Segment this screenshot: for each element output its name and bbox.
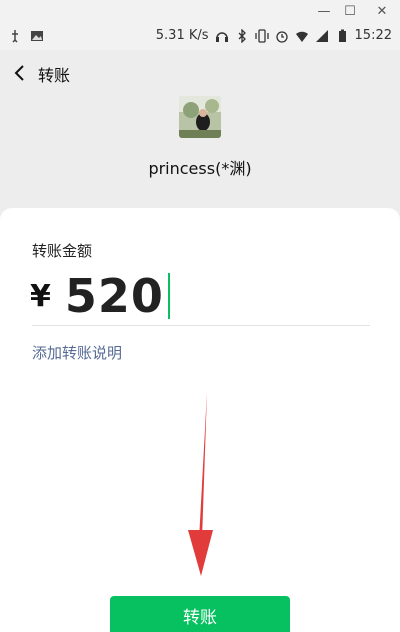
image-icon <box>31 31 43 41</box>
clock: 15:22 <box>354 28 392 43</box>
alarm-icon <box>275 30 288 43</box>
headphones-icon <box>215 31 228 42</box>
text-cursor <box>167 273 170 319</box>
wifi-icon <box>295 31 308 42</box>
signal-icon <box>315 29 328 42</box>
avatar <box>179 96 221 138</box>
transfer-button[interactable]: 转账 <box>110 596 290 632</box>
currency-symbol: ¥ <box>30 278 51 314</box>
divider <box>32 325 370 326</box>
close-icon[interactable]: ✕ <box>372 2 392 22</box>
amount-input[interactable]: ¥ 520 <box>30 266 170 326</box>
window-controls: — ☐ ✕ <box>0 0 400 24</box>
minimize-icon[interactable]: — <box>314 2 334 22</box>
vibrate-icon <box>254 28 269 43</box>
annotation-arrow-icon <box>188 392 213 576</box>
add-note-link[interactable]: 添加转账说明 <box>32 342 122 363</box>
back-arrow-icon[interactable] <box>10 62 30 84</box>
amount-label: 转账金额 <box>32 242 93 260</box>
nav-bar: 转账 <box>0 50 400 96</box>
battery-icon <box>338 29 346 42</box>
bluetooth-icon <box>238 28 246 43</box>
page-title: 转账 <box>38 66 71 85</box>
maximize-icon[interactable]: ☐ <box>340 2 360 22</box>
network-speed: 5.31 K/s <box>155 28 209 43</box>
usb-icon <box>12 30 18 43</box>
recipient-name: princess(*渊) <box>148 159 252 178</box>
amount-value[interactable]: 520 <box>65 269 164 323</box>
status-bar: 5.31 K/s 15:22 <box>0 24 400 50</box>
